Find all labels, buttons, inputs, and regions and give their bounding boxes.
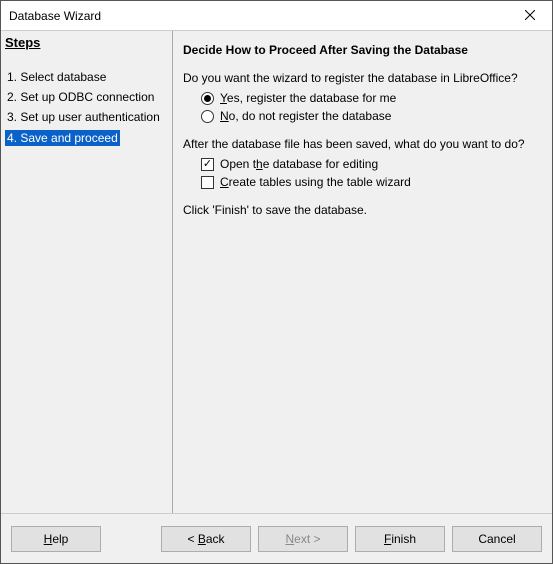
button-label: Finish xyxy=(384,532,416,546)
wizard-body: Steps 1. Select database 2. Set up ODBC … xyxy=(1,31,552,513)
button-label: Cancel xyxy=(478,532,515,546)
checkbox-icon xyxy=(201,176,214,189)
finish-button[interactable]: Finish xyxy=(355,526,445,552)
cancel-button[interactable]: Cancel xyxy=(452,526,542,552)
button-bar: Help < Back Next > Finish Cancel xyxy=(1,513,552,563)
button-label: Help xyxy=(44,532,69,546)
step-1[interactable]: 1. Select database xyxy=(5,66,108,88)
close-button[interactable] xyxy=(507,1,552,30)
radio-register-no[interactable]: No, do not register the database xyxy=(201,109,540,123)
steps-list: 1. Select database 2. Set up ODBC connec… xyxy=(1,52,172,160)
button-label: Next > xyxy=(285,532,320,546)
checkbox-label: Open the database for editing xyxy=(220,157,378,171)
content-panel: Decide How to Proceed After Saving the D… xyxy=(173,31,552,513)
window-title: Database Wizard xyxy=(1,9,507,23)
after-save-question: After the database file has been saved, … xyxy=(183,137,540,151)
finish-hint: Click 'Finish' to save the database. xyxy=(183,203,540,217)
button-label: < Back xyxy=(187,532,224,546)
step-3[interactable]: 3. Set up user authentication xyxy=(5,106,162,128)
radio-label: Yes, register the database for me xyxy=(220,91,396,105)
register-question: Do you want the wizard to register the d… xyxy=(183,71,540,85)
checkbox-create-tables[interactable]: Create tables using the table wizard xyxy=(201,175,540,189)
database-wizard-window: Database Wizard Steps 1. Select database… xyxy=(0,0,553,564)
steps-sidebar: Steps 1. Select database 2. Set up ODBC … xyxy=(1,31,173,513)
step-2[interactable]: 2. Set up ODBC connection xyxy=(5,86,156,108)
help-button[interactable]: Help xyxy=(11,526,101,552)
checkbox-open-editing[interactable]: Open the database for editing xyxy=(201,157,540,171)
step-4[interactable]: 4. Save and proceed xyxy=(5,130,120,146)
close-icon xyxy=(525,9,535,23)
checkbox-label: Create tables using the table wizard xyxy=(220,175,411,189)
radio-icon xyxy=(201,92,214,105)
radio-label: No, do not register the database xyxy=(220,109,391,123)
titlebar: Database Wizard xyxy=(1,1,552,31)
back-button[interactable]: < Back xyxy=(161,526,251,552)
checkbox-icon xyxy=(201,158,214,171)
radio-register-yes[interactable]: Yes, register the database for me xyxy=(201,91,540,105)
radio-icon xyxy=(201,110,214,123)
page-heading: Decide How to Proceed After Saving the D… xyxy=(183,43,540,57)
steps-header: Steps xyxy=(1,31,172,52)
next-button: Next > xyxy=(258,526,348,552)
